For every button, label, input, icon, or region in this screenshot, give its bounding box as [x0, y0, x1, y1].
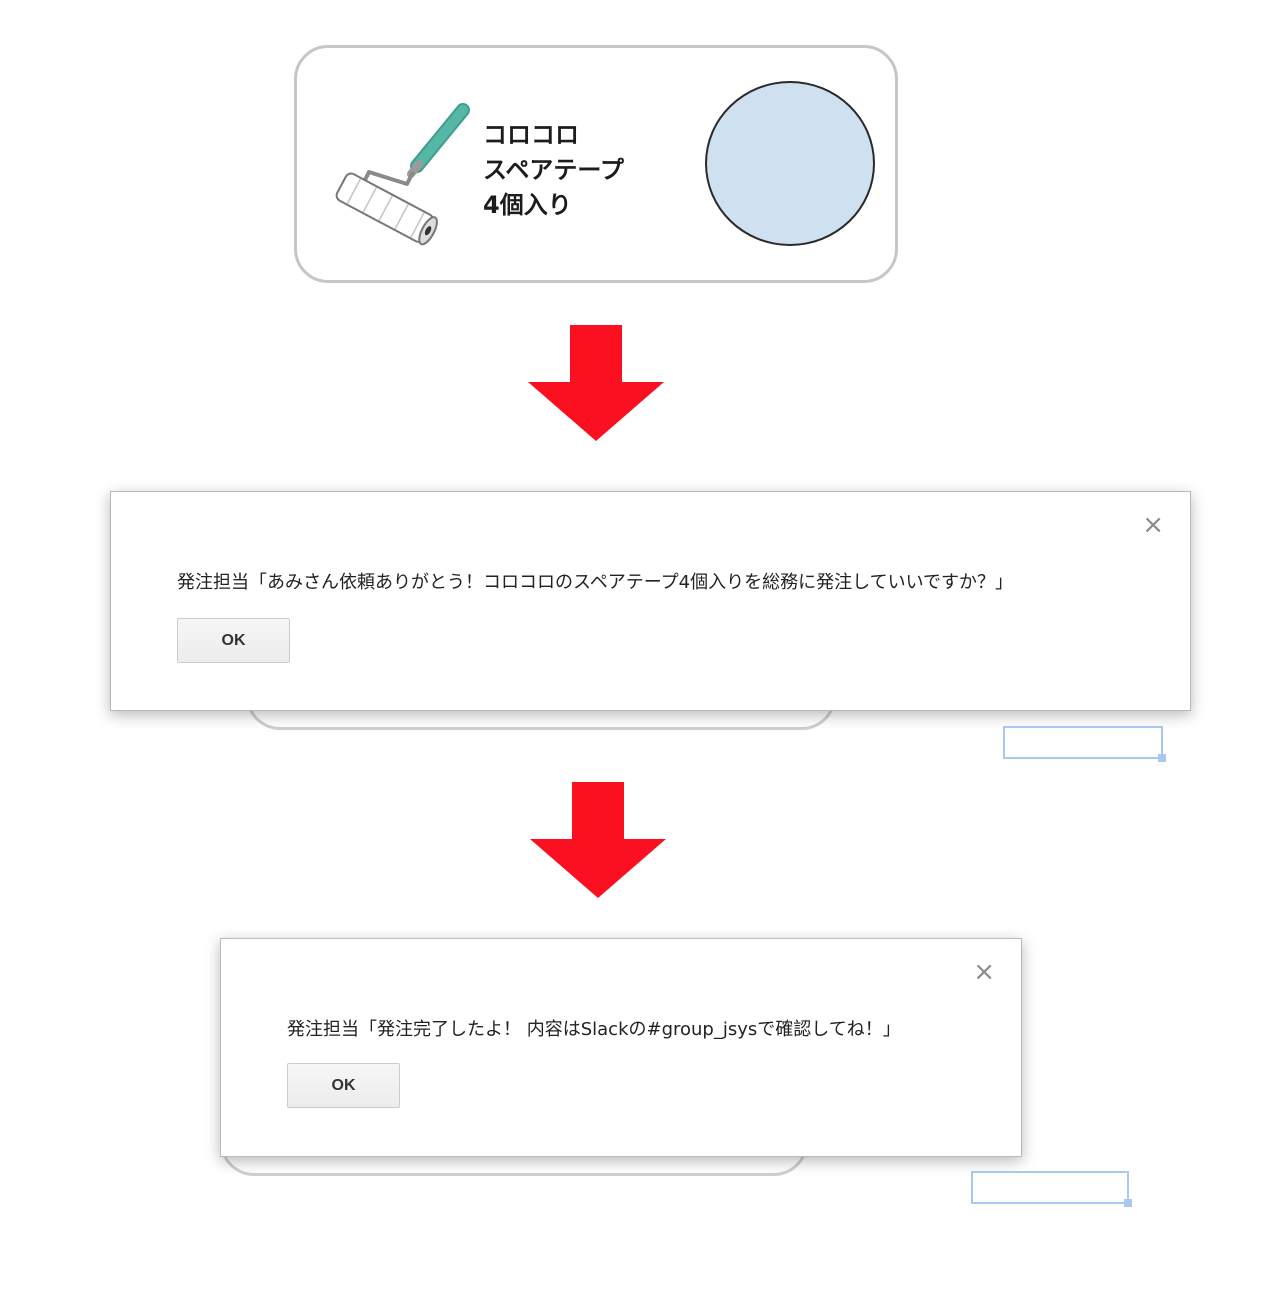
ok-button[interactable]: OK [287, 1063, 400, 1108]
product-card: コロコロ スペアテープ 4個入り [294, 45, 898, 283]
arrow-down-icon [530, 782, 666, 898]
arrow-down-icon [528, 325, 664, 441]
resize-handle[interactable] [1158, 754, 1166, 762]
select-circle-button[interactable] [705, 81, 875, 246]
product-name-line: コロコロ [483, 121, 579, 149]
selection-box[interactable] [971, 1171, 1132, 1207]
order-complete-dialog: × 発注担当「発注完了したよ！ 内容はSlackの#group_jsysで確認し… [220, 938, 1022, 1157]
product-name-line: スペアテープ [483, 156, 624, 184]
dialog-message: 発注担当「発注完了したよ！ 内容はSlackの#group_jsysで確認してね… [287, 1019, 901, 1040]
order-confirm-dialog: × 発注担当「あみさん依頼ありがとう！コロコロのスペアテープ4個入りを総務に発注… [110, 491, 1191, 711]
close-icon[interactable]: × [973, 959, 995, 985]
product-name: コロコロ スペアテープ 4個入り [483, 118, 624, 223]
lint-roller-icon [335, 103, 470, 246]
resize-handle[interactable] [1124, 1199, 1132, 1207]
dialog-message: 発注担当「あみさん依頼ありがとう！コロコロのスペアテープ4個入りを総務に発注して… [177, 572, 1014, 593]
product-name-line: 4個入り [483, 191, 572, 219]
close-icon[interactable]: × [1142, 512, 1164, 538]
ok-button[interactable]: OK [177, 618, 290, 663]
selection-box[interactable] [1003, 726, 1166, 762]
